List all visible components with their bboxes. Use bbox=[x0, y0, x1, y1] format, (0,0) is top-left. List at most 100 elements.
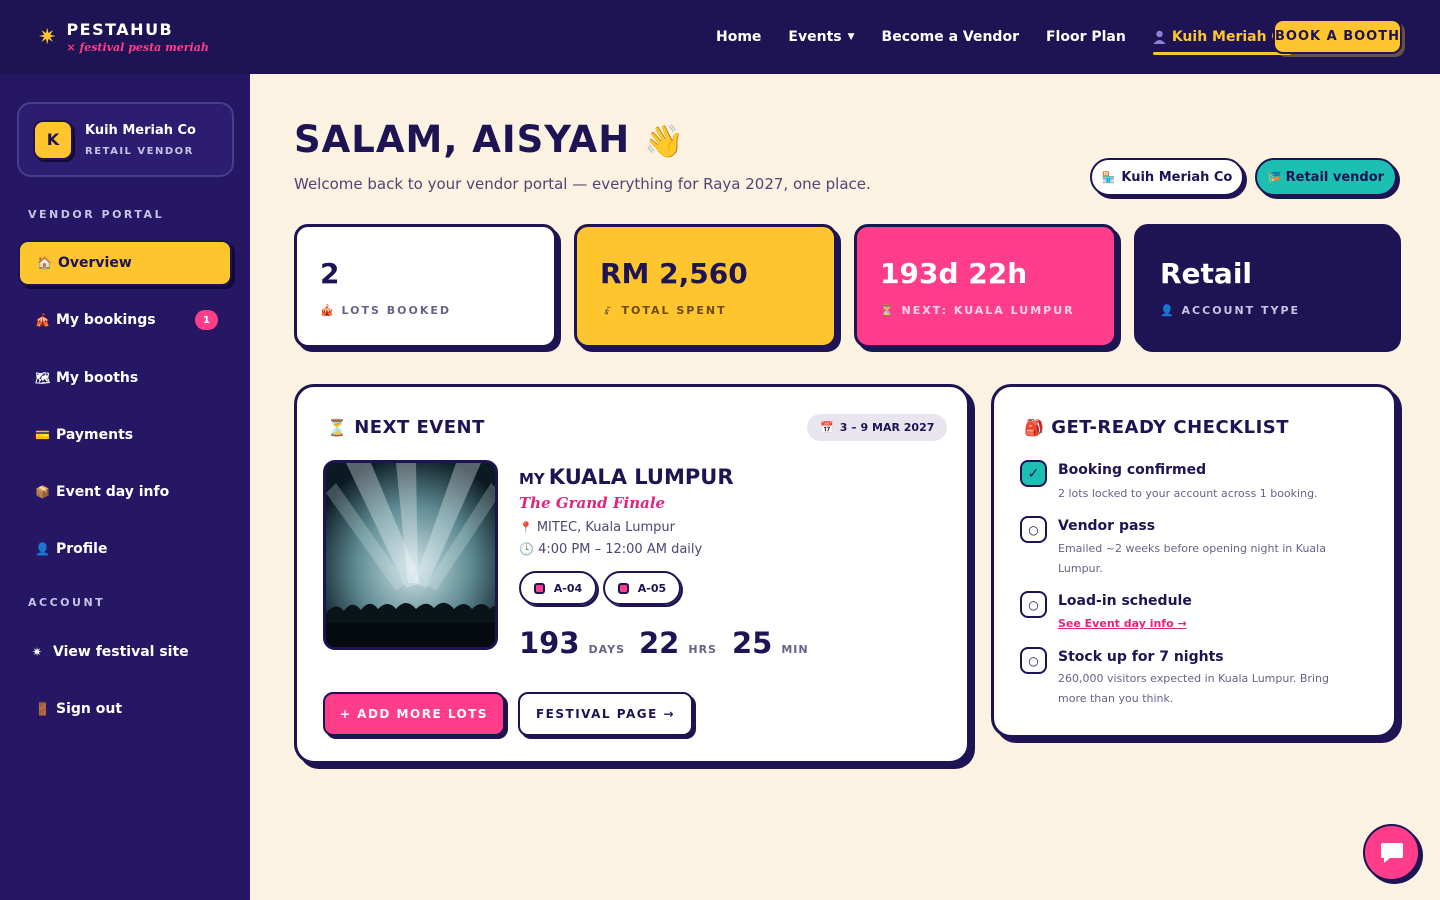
sidebar-item-label: View festival site bbox=[53, 644, 189, 660]
nav-become-vendor-label: Become a Vendor bbox=[881, 29, 1019, 45]
stat-label: 🎪 LOTS BOOKED bbox=[320, 304, 452, 317]
building-icon: 🏪 bbox=[1101, 170, 1116, 184]
nav-become-vendor[interactable]: Become a Vendor bbox=[882, 0, 1019, 74]
checkbox-stock-up[interactable]: ○ bbox=[1020, 647, 1047, 674]
sidebar-item-profile[interactable]: 👤 Profile bbox=[18, 526, 232, 572]
country-code: MY bbox=[519, 470, 545, 488]
checkbox-booking-confirmed[interactable]: ✓ bbox=[1020, 460, 1047, 487]
stat-countdown: 193d 22h ⏳ NEXT: KUALA LUMPUR bbox=[854, 224, 1117, 348]
account-card: K Kuih Meriah Co RETAIL VENDOR bbox=[17, 102, 234, 177]
chat-bubble-icon bbox=[1380, 842, 1403, 863]
nav-events[interactable]: Events ▼ bbox=[788, 0, 854, 74]
checklist-item-title: Load-in schedule bbox=[1058, 593, 1192, 609]
checklist-card: 🎒 GET-READY CHECKLIST ✓ Booking confirme… bbox=[991, 384, 1397, 738]
stat-value: Retail bbox=[1160, 257, 1253, 290]
event-date-chip: 📅 3 – 9 MAR 2027 bbox=[807, 414, 948, 441]
brand-tagline: × festival pesta meriah bbox=[66, 41, 209, 54]
sidebar-item-payments[interactable]: 💳 Payments bbox=[18, 412, 232, 458]
sidebar-item-label: My booths bbox=[56, 370, 139, 386]
tent-icon: 🎪 bbox=[320, 304, 342, 317]
book-booth-button[interactable]: BOOK A BOOTH bbox=[1273, 19, 1402, 54]
nav-account[interactable]: Kuih Meriah Co bbox=[1152, 0, 1291, 74]
stat-lots-booked: 2 🎪 LOTS BOOKED bbox=[294, 224, 557, 348]
chat-button[interactable] bbox=[1363, 824, 1420, 881]
checklist-heading: 🎒 GET-READY CHECKLIST bbox=[1024, 417, 1290, 438]
countdown-minutes: 25 MIN bbox=[732, 626, 809, 660]
brand-logo[interactable]: ✷ PESTAHUB × festival pesta meriah bbox=[38, 20, 209, 54]
stat-label: ⏳ NEXT: KUALA LUMPUR bbox=[880, 304, 1075, 317]
checklist-item-title: Vendor pass bbox=[1058, 518, 1156, 534]
event-image bbox=[323, 460, 498, 650]
hourglass-icon: ⏳ bbox=[327, 418, 348, 437]
top-nav: ✷ PESTAHUB × festival pesta meriah Home … bbox=[0, 0, 1440, 74]
nav-home-label: Home bbox=[716, 29, 762, 45]
stat-account-type: Retail 👤 ACCOUNT TYPE bbox=[1134, 224, 1397, 348]
sidebar-item-event-day-info[interactable]: 📦 Event day info bbox=[18, 469, 232, 515]
sidebar-item-label: Overview bbox=[58, 255, 132, 271]
page-subtitle: Welcome back to your vendor portal — eve… bbox=[294, 175, 871, 193]
add-more-lots-button[interactable]: + ADD MORE LOTS bbox=[323, 692, 505, 736]
festival-page-button[interactable]: FESTIVAL PAGE → bbox=[518, 692, 693, 736]
caret-down-icon: ▼ bbox=[847, 32, 855, 42]
home-icon: 🏠 bbox=[37, 256, 52, 270]
checkbox-vendor-pass[interactable]: ○ bbox=[1020, 516, 1047, 543]
user-icon bbox=[1153, 30, 1166, 44]
sidebar-item-my-bookings[interactable]: 🎪 My bookings 1 bbox=[18, 297, 232, 343]
event-day-info-link[interactable]: See Event day info → bbox=[1058, 614, 1348, 634]
sidebar-item-label: Payments bbox=[56, 427, 134, 443]
clock-icon: 🕓 bbox=[519, 542, 534, 556]
brand-name: PESTAHUB bbox=[66, 20, 174, 39]
sidebar-item-label: Event day info bbox=[56, 484, 170, 500]
sidebar-item-my-booths[interactable]: 🗺 My booths bbox=[18, 355, 232, 401]
vendor-type-pill[interactable]: 🎏 Retail vendor bbox=[1255, 158, 1397, 196]
nav-floor-plan[interactable]: Floor Plan bbox=[1046, 0, 1126, 74]
nav-events-label: Events bbox=[788, 29, 842, 45]
nav-home[interactable]: Home bbox=[716, 0, 761, 74]
countdown-hours: 22 HRS bbox=[639, 626, 717, 660]
door-icon: 🚪 bbox=[35, 702, 50, 716]
tent-icon: 🎪 bbox=[35, 313, 50, 327]
box-icon: 📦 bbox=[35, 485, 50, 499]
ribbon-icon: 🎏 bbox=[1267, 170, 1282, 184]
checklist-item-title: Stock up for 7 nights bbox=[1058, 649, 1224, 665]
account-role: RETAIL VENDOR bbox=[85, 145, 194, 157]
sparkle-icon: ✷ bbox=[32, 645, 43, 659]
concert-illustration bbox=[326, 463, 495, 647]
backpack-icon: 🎒 bbox=[1024, 418, 1045, 437]
event-venue: 📍 MITEC, Kuala Lumpur bbox=[519, 520, 675, 535]
event-city: KUALA LUMPUR bbox=[548, 465, 734, 489]
stat-label: 👤 ACCOUNT TYPE bbox=[1160, 304, 1301, 317]
nav-floor-plan-label: Floor Plan bbox=[1045, 29, 1126, 45]
vendor-type-pill-label: Retail vendor bbox=[1285, 169, 1385, 185]
wave-icon: 👋 bbox=[644, 122, 685, 160]
stat-value: 193d 22h bbox=[880, 257, 1028, 290]
company-pill-label: Kuih Meriah Co bbox=[1121, 169, 1233, 185]
pin-icon: 📍 bbox=[519, 521, 533, 534]
money-icon: 💰 bbox=[600, 304, 622, 317]
map-icon: 🗺 bbox=[35, 371, 51, 385]
stat-value: RM 2,560 bbox=[600, 257, 748, 290]
checklist-item-title: Booking confirmed bbox=[1058, 462, 1207, 478]
checklist-item-desc: 260,000 visitors expected in Kuala Lumpu… bbox=[1058, 672, 1329, 705]
sidebar-item-view-festival-site[interactable]: ✷ View festival site bbox=[18, 629, 232, 675]
lot-chip[interactable]: A-05 bbox=[603, 571, 681, 605]
event-hours: 🕓 4:00 PM – 12:00 AM daily bbox=[519, 542, 703, 557]
event-location-title: MY KUALA LUMPUR bbox=[519, 465, 734, 489]
company-pill[interactable]: 🏪 Kuih Meriah Co bbox=[1090, 158, 1244, 196]
page-title: SALAM, AISYAH 👋 bbox=[294, 118, 685, 161]
sidebar-item-sign-out[interactable]: 🚪 Sign out bbox=[18, 686, 232, 732]
sidebar-item-overview[interactable]: 🏠 Overview bbox=[18, 240, 232, 286]
next-event-card: ⏳ NEXT EVENT 📅 3 – 9 MAR 2027 MY KUALA L… bbox=[294, 384, 970, 764]
checkbox-load-in-schedule[interactable]: ○ bbox=[1020, 591, 1047, 618]
sun-icon: ✷ bbox=[38, 24, 57, 50]
avatar: K bbox=[33, 119, 73, 160]
calendar-icon: 📅 bbox=[820, 421, 834, 434]
event-subtitle: The Grand Finale bbox=[519, 494, 666, 512]
sidebar-item-label: My bookings bbox=[56, 312, 156, 328]
next-event-heading: ⏳ NEXT EVENT bbox=[327, 417, 485, 438]
bookings-count-badge: 1 bbox=[195, 310, 218, 330]
lot-chip[interactable]: A-04 bbox=[519, 571, 597, 605]
countdown-days: 193 DAYS bbox=[519, 626, 626, 660]
sidebar: K Kuih Meriah Co RETAIL VENDOR VENDOR PO… bbox=[0, 74, 250, 900]
hourglass-icon: ⏳ bbox=[880, 304, 902, 317]
